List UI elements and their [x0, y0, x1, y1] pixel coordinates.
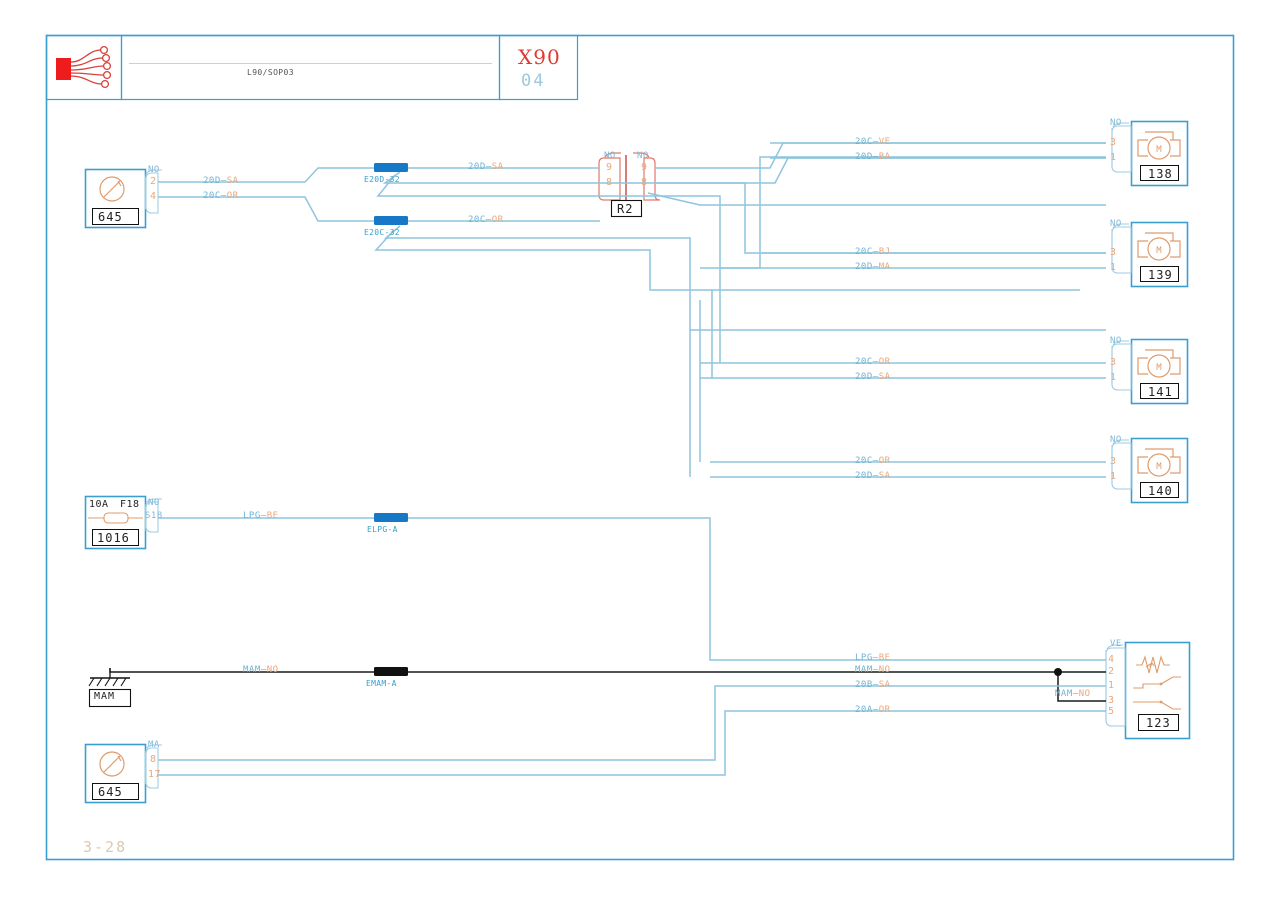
wire-E20D-out-b [382, 171, 1106, 254]
wire-E20D-out-c [376, 156, 1106, 269]
wire-20A-OR-from-645b [158, 710, 1106, 776]
device-140-group: NO [1110, 435, 1122, 445]
wire-label-20D-SA-140: 20D—SA [855, 471, 891, 481]
splice-ELPG-A-label: ELPG-A [367, 525, 398, 534]
device-138-pin-1: 1 [1110, 152, 1117, 163]
device-138-pin-3: 3 [1110, 137, 1117, 148]
device-141-number: 141 [1148, 385, 1173, 399]
device-645-top-pin-2: 2 [150, 176, 157, 187]
wire-label-20D-SA-2: 20D—SA [468, 162, 504, 172]
device-139-group: NO [1110, 219, 1122, 229]
splice-E20C-32-marker [374, 216, 408, 225]
device-123-pin-1: 1 [1108, 680, 1115, 691]
svg-text:M: M [1156, 145, 1162, 155]
wire-label-20D-SA-141: 20D—SA [855, 372, 891, 382]
wire-label-20C-VE: 20C—VE [855, 137, 891, 147]
sheet-code: X90 [518, 45, 561, 69]
page-number: 3-28 [83, 838, 128, 856]
svg-text:M: M [1156, 462, 1162, 472]
wire-label-LPG-BE-fuse: LPG—BE [243, 511, 279, 521]
device-123-pin-3: 3 [1108, 695, 1115, 706]
wire-label-20D-BA: 20D—BA [855, 152, 891, 162]
device-138-group: NO [1110, 118, 1122, 128]
wire-LPG-BE-after-splice [407, 517, 1106, 661]
connector-R2-right-pin-9: 9 [641, 162, 648, 173]
connector-R2-right-group: NO [637, 151, 649, 161]
fuse-id: F18 [120, 499, 140, 510]
wire-label-MAM-NO-123: MAM—NO [855, 665, 891, 675]
device-141-group: NO [1110, 336, 1122, 346]
wire-E20C-out-c [374, 229, 1080, 291]
splice-E20D-32-marker [374, 163, 408, 172]
wiring-diagram-sheet: M M M M L90/SOP03 X90 04 3-28 645 NO 2 4… [0, 0, 1280, 905]
wire-label-MAM-NO-gnd: MAM—NO [243, 665, 279, 675]
device-1016-number: 1016 [97, 531, 130, 545]
splice-EMAM-A-label: EMAM-A [366, 679, 397, 688]
splice-E20D-32-label: E20D-32 [364, 175, 400, 184]
wire-label-20C-OR-2: 20C—OR [468, 215, 504, 225]
wire-label-20C-OR-141: 20C—OR [855, 357, 891, 367]
connector-R2-right-pin-8: 8 [641, 177, 648, 188]
device-140-pin-3: 3 [1110, 456, 1117, 467]
splice-ELPG-A-marker [374, 513, 408, 522]
connector-R2-left-pin-9: 9 [606, 162, 613, 173]
device-123-number: 123 [1146, 716, 1171, 730]
device-645-bottom-number: 645 [98, 785, 123, 799]
device-123-group: VE [1110, 639, 1122, 649]
device-141-pin-1: 1 [1110, 372, 1117, 383]
diagram-canvas: M M M M [45, 34, 1235, 861]
wire-20C-OR-from-645 [158, 196, 375, 222]
wire-label-20C-BJ: 20C—BJ [855, 247, 891, 257]
wire-label-20B-SA: 20B—SA [855, 680, 891, 690]
device-645-bottom-pin-8: 8 [150, 754, 157, 765]
wire-E20C-out-b [383, 225, 1106, 331]
device-645-top-pin-4: 4 [150, 191, 157, 202]
wire-label-20C-OR-1: 20C—OR [203, 191, 239, 201]
device-140-number: 140 [1148, 484, 1173, 498]
title-center-text: L90/SOP03 [247, 68, 294, 77]
device-139-pin-3: 3 [1110, 247, 1117, 258]
device-140-pin-1: 1 [1110, 471, 1117, 482]
device-645-bottom-pin-17: 17 [148, 769, 162, 780]
device-123-pin-4: 4 [1108, 654, 1115, 665]
device-138-number: 138 [1148, 167, 1173, 181]
connector-R2-label: R2 [617, 202, 634, 216]
device-139-number: 139 [1148, 268, 1173, 282]
wire-label-20C-OR-140: 20C—OR [855, 456, 891, 466]
splice-EMAM-A-marker [374, 667, 408, 676]
sheet-sub-code: 04 [521, 71, 546, 91]
svg-text:M: M [1156, 363, 1162, 373]
device-645-bottom-group: MA [148, 740, 160, 750]
connector-R2-left-pin-8: 8 [606, 177, 613, 188]
device-123-pin-5: 5 [1108, 706, 1115, 717]
wire-label-20D-SA-1: 20D—SA [203, 176, 239, 186]
harness-icon [56, 45, 112, 89]
device-123-pin-2: 2 [1108, 666, 1115, 677]
wire-R2-out-c [647, 192, 1106, 206]
wire-label-MAM-NO-branch: MAM—NO [1055, 689, 1091, 699]
device-645-top-group: NO [148, 165, 160, 175]
ground-mam-label: MAM [94, 691, 116, 702]
junction-dot-mam [1054, 668, 1062, 676]
wire-network [109, 142, 1106, 776]
wire-label-20D-MA: 20D—MA [855, 262, 891, 272]
fuse-rating: 10A [89, 499, 109, 510]
connector-R2-left-group: NO [604, 151, 616, 161]
device-139-pin-1: 1 [1110, 262, 1117, 273]
device-141-pin-3: 3 [1110, 357, 1117, 368]
device-1016-group: NO [148, 498, 160, 508]
splice-E20C-32-label: E20C-32 [364, 228, 400, 237]
wire-label-20A-OR: 20A—OR [855, 705, 891, 715]
device-645-top-number: 645 [98, 210, 123, 224]
title-block-center-cell [120, 34, 501, 101]
wire-label-LPG-BE-123: LPG—BE [855, 653, 891, 663]
svg-text:M: M [1156, 246, 1162, 256]
wire-20D-SA-from-645 [158, 167, 375, 183]
wire-20B-SA-from-645b [158, 685, 1106, 761]
device-1016-pin-code: S18 [145, 511, 163, 521]
